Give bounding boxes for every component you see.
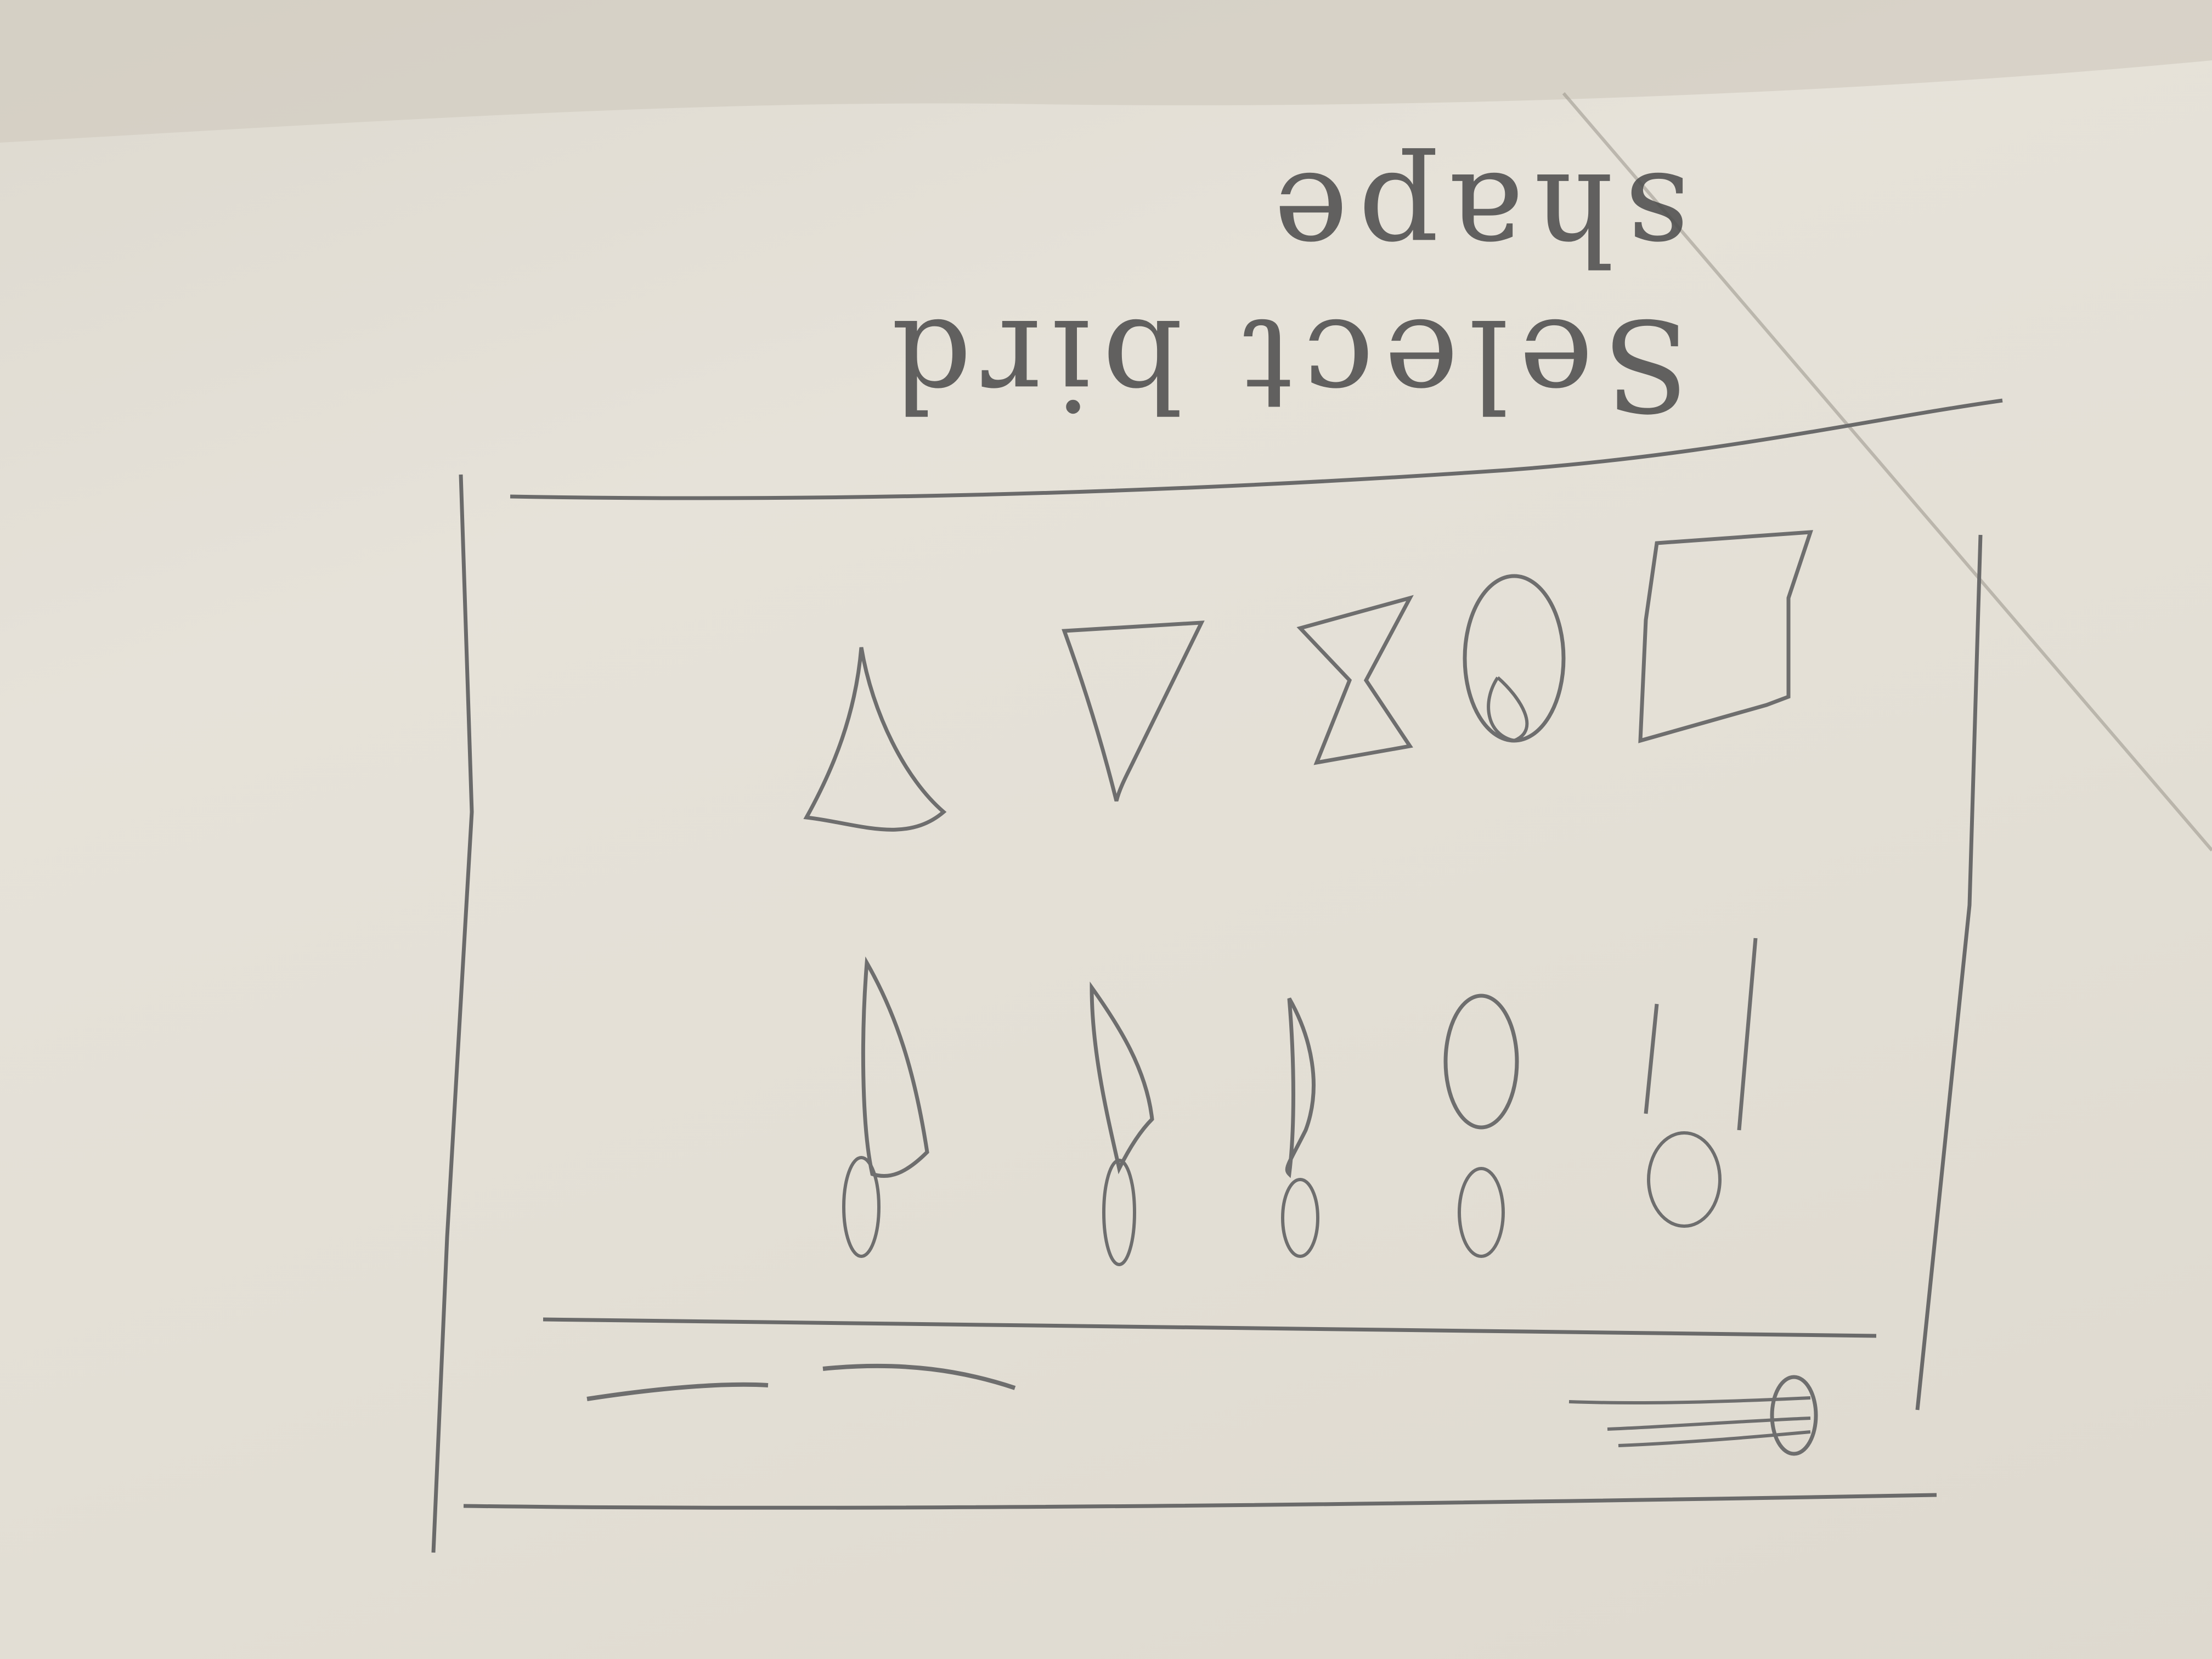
slider-line bbox=[1607, 1417, 1811, 1431]
shadow-band bbox=[0, 0, 2212, 143]
frame-left-line bbox=[431, 474, 474, 1553]
shape-option-inverted-triangle[interactable] bbox=[1004, 592, 1185, 878]
frame-bottom-line bbox=[463, 1493, 1937, 1510]
circle-control-icon[interactable] bbox=[1770, 1375, 1818, 1456]
line-placeholder-icon bbox=[586, 1382, 769, 1401]
footer-divider bbox=[543, 1317, 1877, 1338]
shape-option-stick[interactable] bbox=[1591, 927, 1772, 1212]
shape-option-pointed-leaf[interactable] bbox=[1218, 927, 1399, 1212]
page-title: Select bird shape bbox=[881, 144, 1690, 437]
shape-option-hourglass[interactable] bbox=[1218, 576, 1399, 861]
shape-option-tall-triangle[interactable] bbox=[790, 927, 971, 1212]
shape-option-square[interactable] bbox=[1624, 521, 1805, 806]
line-placeholder-icon bbox=[822, 1363, 1016, 1390]
shape-option-oval[interactable] bbox=[1415, 543, 1596, 828]
frame-right-line bbox=[1915, 534, 1983, 1410]
shape-option-curved-leaf[interactable] bbox=[1015, 927, 1196, 1212]
slider-line bbox=[1618, 1430, 1811, 1447]
shape-option-triangle[interactable] bbox=[790, 603, 971, 889]
shape-grid bbox=[768, 521, 1838, 1289]
shape-option-ellipse[interactable] bbox=[1415, 927, 1596, 1212]
